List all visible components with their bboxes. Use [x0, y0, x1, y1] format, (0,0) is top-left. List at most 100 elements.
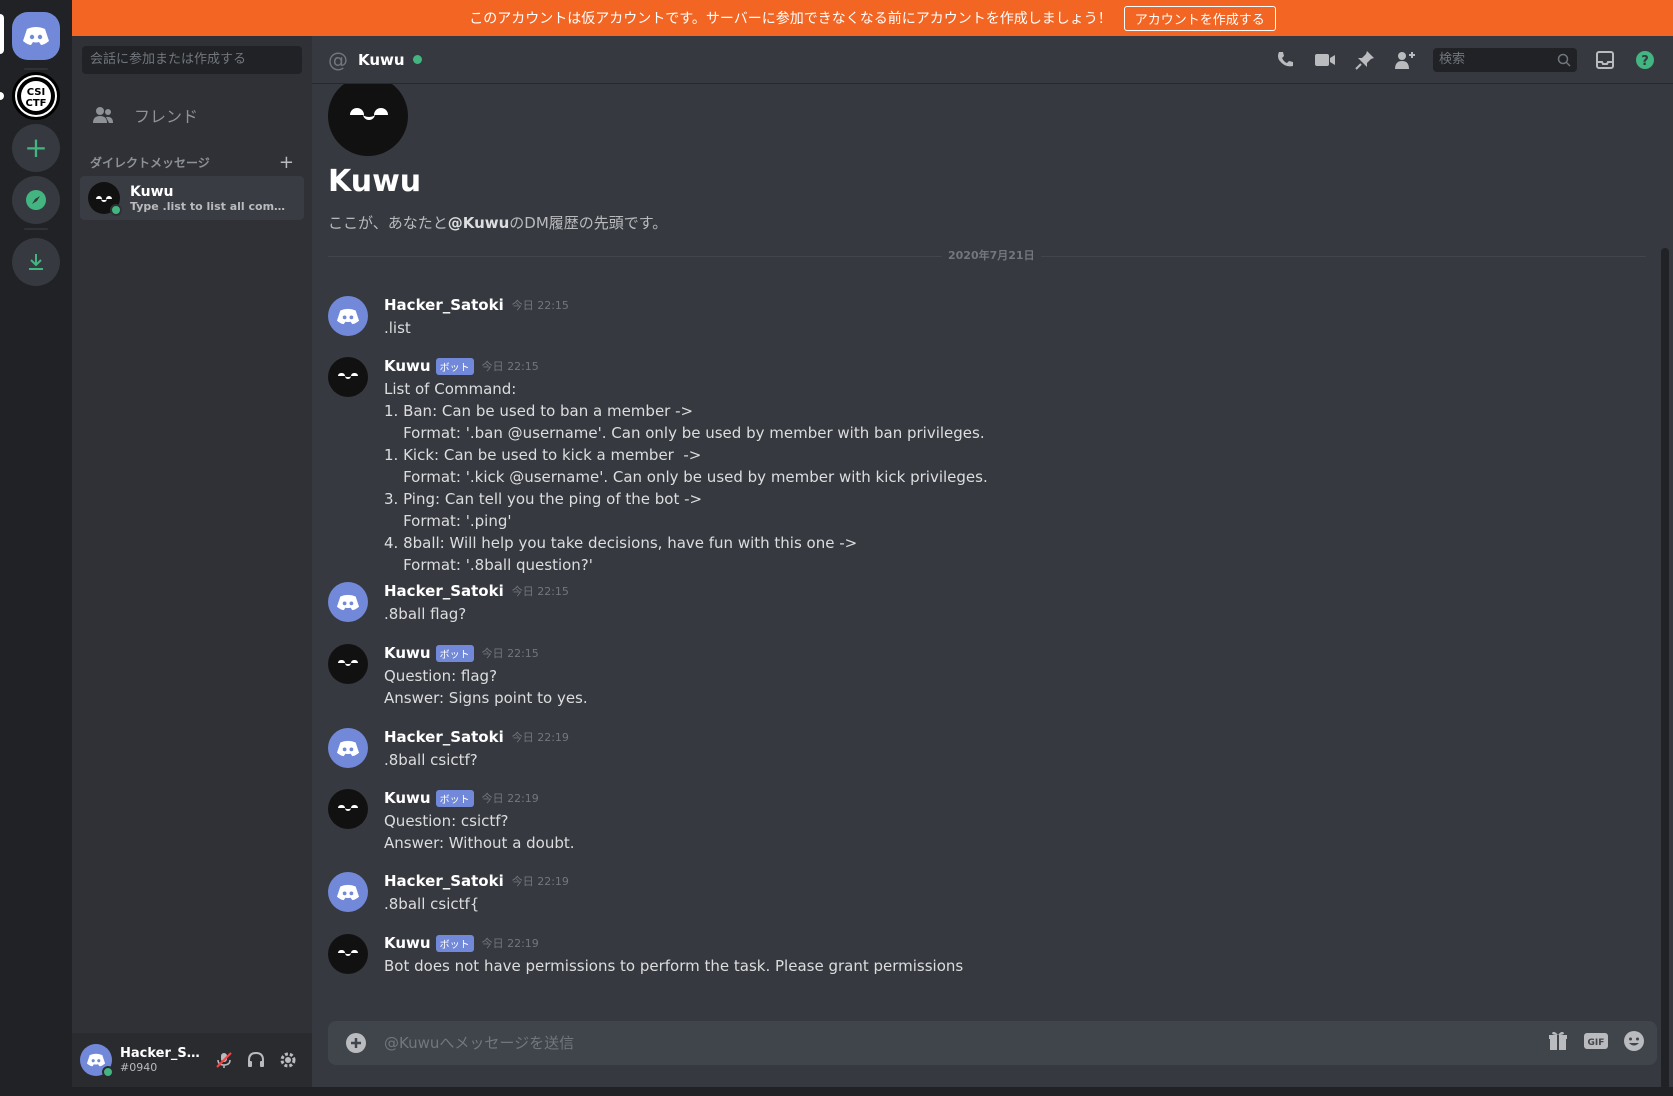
- message-avatar[interactable]: [328, 296, 368, 336]
- friends-nav-item[interactable]: フレンド: [80, 94, 304, 136]
- dm-header-label: ダイレクトメッセージ: [90, 156, 210, 170]
- message-content: Bot does not have permissions to perform…: [384, 957, 964, 975]
- message-author[interactable]: Hacker_Satoki: [384, 872, 504, 890]
- bot-badge: ボット: [435, 789, 474, 807]
- online-status-icon: [102, 1066, 114, 1078]
- csictf-server-logo-icon: CSI CTF: [17, 77, 55, 115]
- headphones-icon[interactable]: [246, 1050, 266, 1070]
- add-friend-to-dm-icon[interactable]: [1393, 48, 1417, 72]
- svg-text:CSI: CSI: [27, 87, 45, 98]
- notice-text: このアカウントは仮アカウントです。サーバーに参加できなくなる前にアカウントを作成…: [469, 11, 1112, 27]
- pinned-messages-icon[interactable]: [1353, 48, 1377, 72]
- message-content: .8ball csictf?: [384, 751, 478, 769]
- svg-text:GIF: GIF: [1588, 1038, 1605, 1048]
- message-input[interactable]: @Kuwuへメッセージを送信 GIF: [328, 1021, 1657, 1065]
- message-timestamp: 今日 22:19: [481, 937, 539, 950]
- search-icon: [1557, 53, 1571, 67]
- search-input[interactable]: 検索: [1433, 48, 1577, 72]
- message-avatar[interactable]: [328, 872, 368, 912]
- intro-subtitle: ここが、あなたと@KuwuのDM履歴の先頭です。: [328, 212, 667, 233]
- online-status-icon: [412, 55, 422, 64]
- bot-badge: ボット: [435, 644, 474, 662]
- dm-item-kuwu[interactable]: Kuwu Type .list to list all command...: [80, 176, 304, 220]
- message-timestamp: 今日 22:15: [511, 299, 569, 312]
- dm-section-header: ダイレクトメッセージ +: [90, 152, 294, 173]
- inbox-icon[interactable]: [1593, 48, 1617, 72]
- rail-separator: [24, 68, 48, 70]
- message-timestamp: 今日 22:15: [481, 360, 539, 373]
- message-author[interactable]: Hacker_Satoki: [384, 296, 504, 314]
- plus-icon: +: [24, 131, 48, 164]
- intro-sub-mention: @Kuwu: [447, 214, 510, 232]
- create-dm-plus-icon[interactable]: +: [279, 152, 294, 173]
- message-content: .8ball csictf{: [384, 895, 480, 913]
- chat-title: Kuwu: [358, 50, 405, 69]
- server-csictf[interactable]: CSI CTF: [12, 72, 60, 120]
- message-author[interactable]: Kuwu: [384, 934, 431, 952]
- svg-text:?: ?: [1641, 54, 1649, 69]
- message-content: .list: [384, 319, 411, 337]
- search-placeholder: 検索: [1439, 52, 1466, 67]
- message-timestamp: 今日 22:15: [511, 585, 569, 598]
- message-timestamp: 今日 22:15: [481, 647, 539, 660]
- message-avatar[interactable]: [328, 357, 368, 397]
- help-icon[interactable]: ?: [1633, 48, 1657, 72]
- gift-icon[interactable]: [1547, 1030, 1569, 1056]
- compass-icon: [26, 190, 46, 210]
- message-avatar[interactable]: [328, 934, 368, 974]
- upload-plus-icon[interactable]: [344, 1031, 368, 1055]
- friends-icon: [93, 107, 113, 123]
- message-author[interactable]: Kuwu: [384, 644, 431, 662]
- scrollbar-thumb[interactable]: [1661, 248, 1669, 1096]
- message-avatar[interactable]: [328, 582, 368, 622]
- download-apps-button[interactable]: [12, 238, 60, 286]
- message-author[interactable]: Kuwu: [384, 357, 431, 375]
- kuwu-avatar: [88, 182, 122, 216]
- user-avatar[interactable]: [80, 1044, 114, 1078]
- chat-area: @ Kuwu 検索 ? Kuwu ここが、あなたと@KuwuのDM履歴の先頭です…: [312, 36, 1673, 1096]
- username: Hacker_Sat...: [120, 1046, 202, 1061]
- gif-icon[interactable]: GIF: [1583, 1031, 1609, 1055]
- message-timestamp: 今日 22:19: [511, 875, 569, 888]
- message-avatar[interactable]: [328, 644, 368, 684]
- message-scrollbar[interactable]: [1657, 126, 1673, 1096]
- user-panel: Hacker_Sat... #0940: [72, 1033, 312, 1087]
- bot-badge: ボット: [435, 357, 474, 375]
- dm-sidebar: 会話に参加または作成する フレンド ダイレクトメッセージ + Kuwu Type…: [72, 36, 312, 1087]
- date-divider-label: 2020年7月21日: [942, 247, 1041, 263]
- download-icon: [29, 254, 43, 270]
- create-account-button[interactable]: アカウントを作成する: [1123, 5, 1276, 31]
- message-author[interactable]: Hacker_Satoki: [384, 728, 504, 746]
- dm-item-status: Type .list to list all command...: [130, 199, 290, 213]
- chat-header: @ Kuwu 検索 ?: [312, 36, 1673, 84]
- kuwu-large-avatar: [328, 84, 408, 156]
- video-call-icon[interactable]: [1313, 48, 1337, 72]
- message-content: Question: flag? Answer: Signs point to y…: [384, 667, 588, 707]
- emoji-icon[interactable]: [1623, 1030, 1645, 1056]
- message-content: .8ball flag?: [384, 605, 467, 623]
- discord-logo-icon: [336, 594, 360, 610]
- home-button[interactable]: [12, 12, 60, 60]
- add-server-button[interactable]: +: [12, 124, 60, 172]
- discord-logo-icon: [336, 308, 360, 324]
- message-avatar[interactable]: [328, 728, 368, 768]
- voice-call-icon[interactable]: [1273, 48, 1297, 72]
- rail-separator: [24, 228, 48, 230]
- unread-pill: [0, 92, 4, 100]
- intro-sub-pre: ここが、あなたと: [328, 214, 448, 232]
- message-content: List of Command: 1. Ban: Can be used to …: [384, 380, 988, 574]
- settings-gear-icon[interactable]: [278, 1050, 298, 1070]
- message-avatar[interactable]: [328, 789, 368, 829]
- discord-logo-icon: [336, 884, 360, 900]
- discord-logo-icon: [336, 740, 360, 756]
- message-timestamp: 今日 22:19: [481, 792, 539, 805]
- message-content: Question: csictf? Answer: Without a doub…: [384, 812, 575, 852]
- online-status-icon: [110, 204, 122, 216]
- message-author[interactable]: Hacker_Satoki: [384, 582, 504, 600]
- friends-label: フレンド: [134, 107, 199, 126]
- mute-microphone-icon[interactable]: [214, 1050, 234, 1070]
- explore-servers-button[interactable]: [12, 176, 60, 224]
- message-author[interactable]: Kuwu: [384, 789, 431, 807]
- at-mention-icon: @: [328, 47, 348, 72]
- find-conversation-input[interactable]: 会話に参加または作成する: [82, 46, 302, 74]
